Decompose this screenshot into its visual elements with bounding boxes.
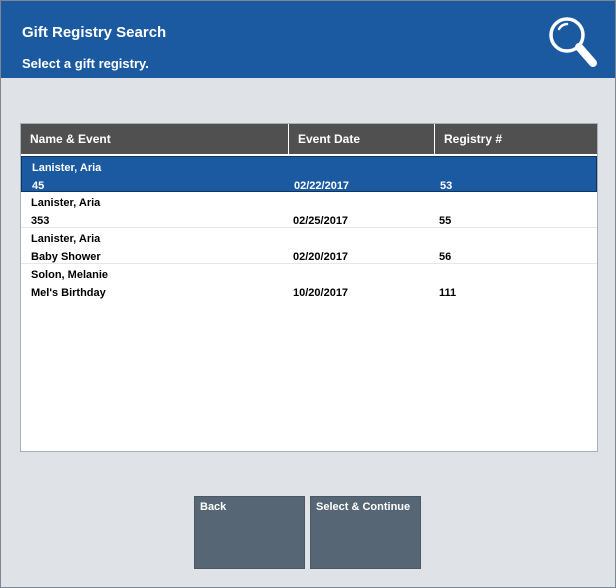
table-row[interactable]: Lanister, Aria Baby Shower 02/20/2017 56 bbox=[21, 228, 597, 264]
page-title: Gift Registry Search bbox=[22, 24, 167, 41]
gift-registry-window: Gift Registry Search Select a gift regis… bbox=[0, 0, 616, 588]
row-event-date: 10/20/2017 bbox=[293, 287, 349, 299]
row-event: 353 bbox=[31, 215, 50, 227]
page-subtitle: Select a gift registry. bbox=[22, 56, 149, 71]
row-name: Lanister, Aria bbox=[31, 197, 101, 209]
row-registry-number: 56 bbox=[439, 251, 452, 263]
row-event-date: 02/20/2017 bbox=[293, 251, 349, 263]
row-event: 45 bbox=[32, 180, 45, 192]
table-row[interactable]: Solon, Melanie Mel's Birthday 10/20/2017… bbox=[21, 264, 597, 300]
table-row[interactable]: Lanister, Aria 353 02/25/2017 55 bbox=[21, 192, 597, 228]
row-event: Mel's Birthday bbox=[31, 287, 106, 299]
row-registry-number: 111 bbox=[439, 287, 457, 299]
row-registry-number: 55 bbox=[439, 215, 452, 227]
row-name: Solon, Melanie bbox=[31, 269, 109, 281]
header-bar: Gift Registry Search Select a gift regis… bbox=[1, 1, 615, 78]
row-event-date: 02/25/2017 bbox=[293, 215, 349, 227]
row-event: Baby Shower bbox=[31, 251, 101, 263]
column-header-event-date[interactable]: Event Date bbox=[289, 124, 434, 154]
column-header-registry-number[interactable]: Registry # bbox=[435, 124, 597, 154]
row-name: Lanister, Aria bbox=[32, 162, 102, 174]
row-registry-number: 53 bbox=[440, 180, 453, 192]
select-continue-button[interactable]: Select & Continue bbox=[310, 496, 421, 569]
search-icon[interactable] bbox=[547, 15, 599, 71]
row-event-date: 02/22/2017 bbox=[294, 180, 350, 192]
table-row[interactable]: Lanister, Aria 45 02/22/2017 53 bbox=[21, 156, 597, 192]
row-name: Lanister, Aria bbox=[31, 233, 101, 245]
column-header-name-event[interactable]: Name & Event bbox=[21, 124, 288, 154]
back-button[interactable]: Back bbox=[194, 496, 305, 569]
registry-table: Name & Event Event Date Registry # Lanis… bbox=[20, 123, 598, 452]
